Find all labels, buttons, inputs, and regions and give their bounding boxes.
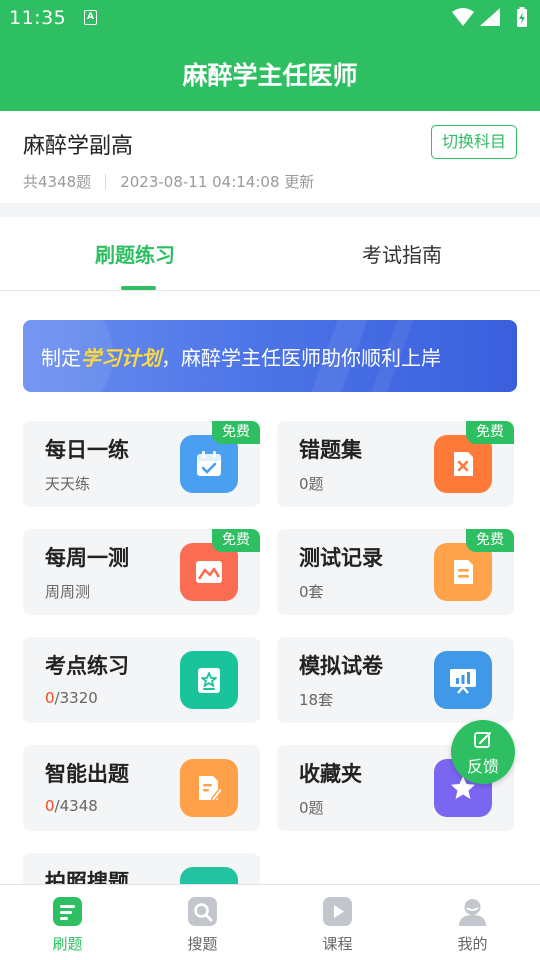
total-count: /3320 (54, 689, 98, 707)
question-count: 共4348题 (23, 173, 92, 191)
nav-courses[interactable]: 课程 (270, 885, 405, 960)
meta-divider (105, 173, 107, 190)
switch-subject-button[interactable]: 切换科目 (431, 125, 517, 159)
nav-label: 课程 (322, 935, 353, 953)
card-title: 收藏夹 (299, 762, 362, 786)
done-count: 0 (45, 797, 55, 815)
free-badge: 免费 (212, 529, 260, 552)
wifi-icon (452, 8, 474, 26)
play-icon (322, 896, 353, 927)
page-title: 麻醉学主任医师 (182, 61, 358, 90)
card-wrong-questions[interactable]: 错题集 0题 免费 (277, 421, 514, 507)
update-time: 2023-08-11 04:14:08 更新 (120, 173, 315, 191)
tab-bar: 刷题练习 考试指南 (0, 217, 540, 291)
card-title: 错题集 (299, 438, 362, 462)
card-key-points-practice[interactable]: 考点练习 0/3320 (23, 637, 260, 723)
free-badge: 免费 (466, 529, 514, 552)
subject-name: 麻醉学副高 (23, 134, 134, 159)
card-title: 每日一练 (45, 438, 129, 462)
card-progress: 0/3320 (45, 689, 98, 707)
status-indicators (452, 7, 527, 27)
star-book-icon (180, 651, 238, 709)
banner-text: 制定学习计划，麻醉学主任医师助你顺利上岸 (41, 342, 441, 371)
banner-prefix: 制定 (41, 346, 81, 370)
subject-meta: 共4348题 2023-08-11 04:14:08 更新 (23, 171, 314, 192)
card-subtitle: 0套 (299, 583, 324, 601)
tab-indicator (121, 286, 156, 290)
practice-icon (52, 896, 83, 927)
card-subtitle: 周周测 (45, 583, 91, 601)
feedback-label: 反馈 (466, 757, 499, 776)
status-bar: 11:35 A (0, 0, 540, 36)
section-divider (0, 203, 540, 217)
card-title: 模拟试卷 (299, 654, 383, 678)
free-badge: 免费 (466, 421, 514, 444)
a-icon: A (84, 10, 97, 25)
edit-icon (474, 732, 491, 748)
nav-search[interactable]: 搜题 (135, 885, 270, 960)
search-icon (187, 896, 218, 927)
card-subtitle: 天天练 (45, 475, 91, 493)
total-count: /4348 (54, 797, 98, 815)
battery-charging-icon (517, 7, 527, 27)
presentation-chart-icon (434, 651, 492, 709)
app-bar: 麻醉学主任医师 (0, 36, 540, 111)
feedback-button[interactable]: 反馈 (451, 720, 515, 784)
nav-label: 刷题 (52, 935, 83, 953)
profile-icon (457, 896, 488, 927)
card-subtitle: 18套 (299, 691, 334, 709)
done-count: 0 (45, 689, 55, 707)
nav-label: 我的 (457, 935, 488, 953)
card-title: 智能出题 (45, 762, 129, 786)
card-test-records[interactable]: 测试记录 0套 免费 (277, 529, 514, 615)
tab-exam-guide[interactable]: 考试指南 (362, 239, 442, 268)
card-daily-practice[interactable]: 每日一练 天天练 免费 (23, 421, 260, 507)
card-subtitle: 0题 (299, 799, 324, 817)
banner-highlight: 学习计划 (81, 346, 161, 370)
study-plan-banner[interactable]: 制定学习计划，麻醉学主任医师助你顺利上岸 (23, 320, 517, 392)
card-title: 测试记录 (299, 546, 383, 570)
nav-practice[interactable]: 刷题 (0, 885, 135, 960)
status-time: 11:35 (9, 7, 67, 29)
tab-practice[interactable]: 刷题练习 (95, 239, 175, 268)
card-subtitle: 0题 (299, 475, 324, 493)
subject-header: 麻醉学副高 共4348题 2023-08-11 04:14:08 更新 切换科目 (0, 111, 540, 203)
card-progress: 0/4348 (45, 797, 98, 815)
free-badge: 免费 (212, 421, 260, 444)
nav-profile[interactable]: 我的 (405, 885, 540, 960)
edit-doc-icon (180, 759, 238, 817)
card-smart-questions[interactable]: 智能出题 0/4348 (23, 745, 260, 831)
card-title: 考点练习 (45, 654, 129, 678)
bottom-nav: 刷题 搜题 课程 我的 (0, 884, 540, 960)
card-title: 每周一测 (45, 546, 129, 570)
card-mock-exams[interactable]: 模拟试卷 18套 (277, 637, 514, 723)
card-weekly-test[interactable]: 每周一测 周周测 免费 (23, 529, 260, 615)
nav-label: 搜题 (187, 935, 218, 953)
banner-suffix: ，麻醉学主任医师助你顺利上岸 (161, 346, 441, 370)
